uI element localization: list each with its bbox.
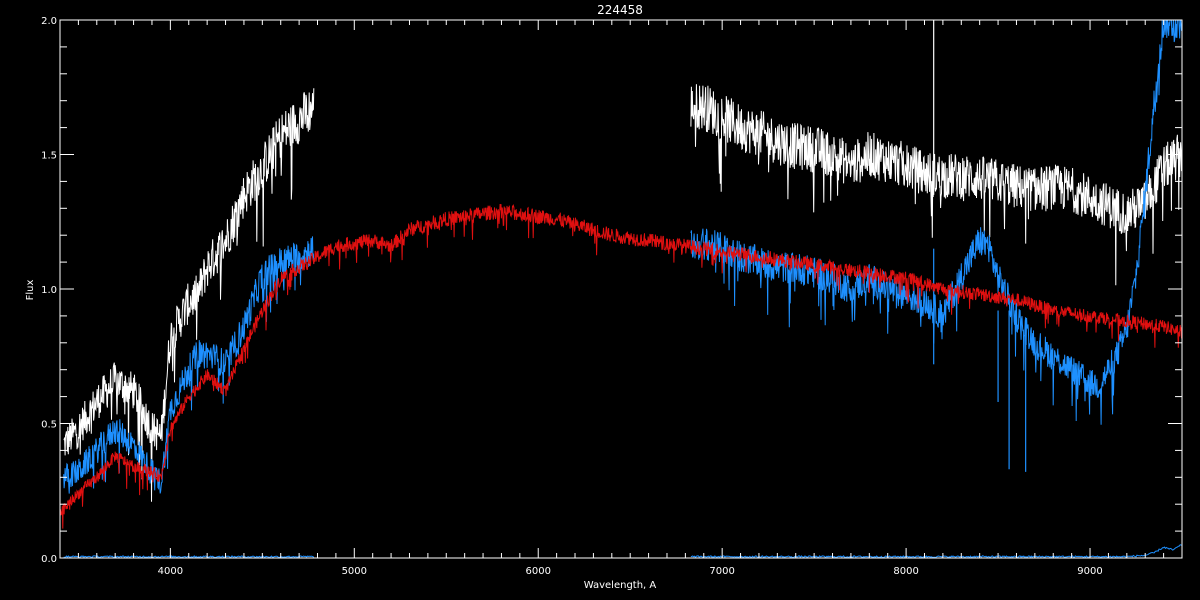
x-tick-label: 9000: [1077, 566, 1102, 577]
axes-layer: [59, 19, 1183, 559]
y-tick-label: 1.0: [41, 285, 57, 296]
y-tick-label: 1.5: [41, 151, 57, 162]
plot-frame: [59, 19, 1183, 559]
x-tick-label: 5000: [342, 566, 367, 577]
x-tick-label: 8000: [893, 566, 918, 577]
ticks-layer: 4000 5000 6000 7000 8000 9000 0.0 0.5 1.0 1.5 2.0: [41, 16, 1183, 577]
series-layer: [59, 19, 1183, 559]
chart-title: 224458: [597, 3, 643, 17]
x-tick-label: 4000: [158, 566, 183, 577]
x-tick-label: 6000: [526, 566, 551, 577]
y-axis-label: Flux: [25, 280, 36, 301]
x-tick-label: 7000: [709, 566, 734, 577]
y-tick-label: 0.0: [41, 554, 57, 565]
y-tick-label: 2.0: [41, 16, 57, 27]
y-tick-label: 0.5: [41, 420, 57, 431]
series-1-segment-1: [690, 19, 1183, 425]
x-axis-label: Wavelength, A: [584, 580, 657, 591]
series-3-segment-0: [59, 203, 1183, 529]
series-1-segment-0: [63, 236, 315, 494]
spectrum-chart: 4000 5000 6000 7000 8000 90000.00.51.01.52.0 …: [25, 3, 1183, 591]
